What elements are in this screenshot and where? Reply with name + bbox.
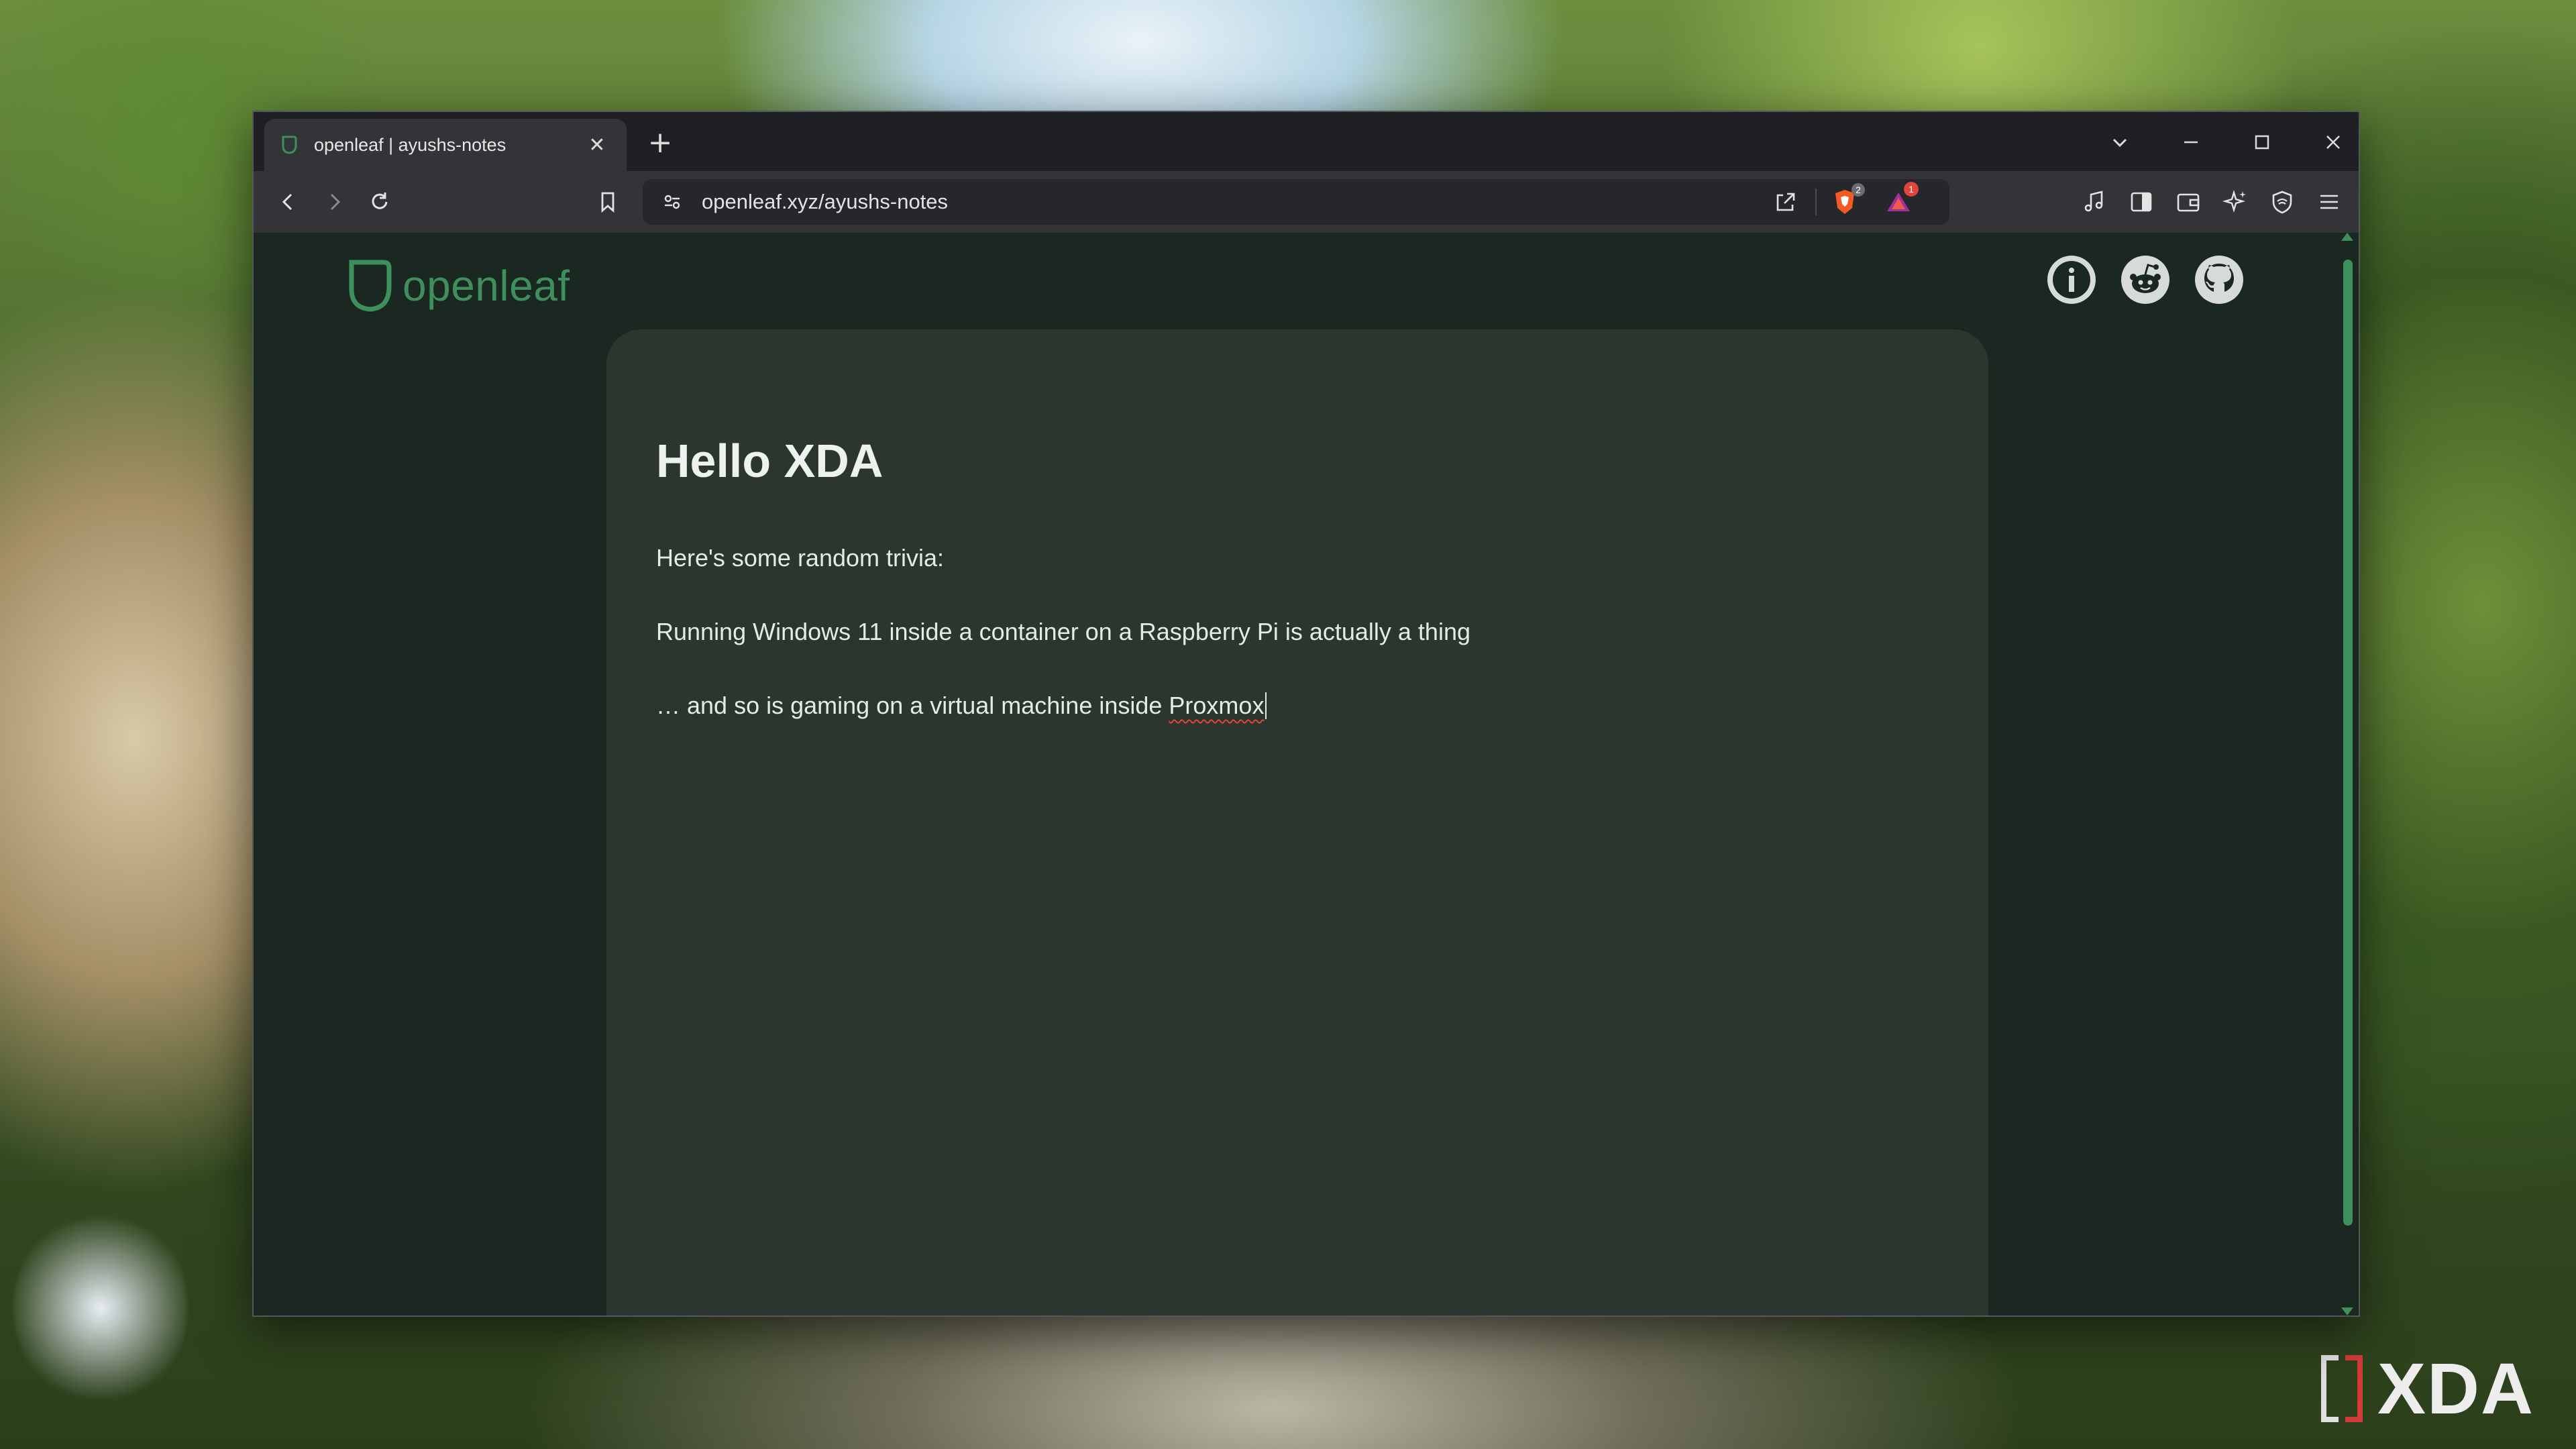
url-divider (1815, 189, 1817, 215)
shields-badge: 2 (1851, 183, 1865, 197)
xda-bracket-icon (2321, 1355, 2368, 1422)
forward-icon (330, 193, 341, 211)
menu-icon (2320, 195, 2338, 209)
window-close-button[interactable] (2312, 120, 2355, 163)
forward-button[interactable] (313, 180, 356, 223)
bookmark-button[interactable] (586, 180, 629, 223)
tab-strip: openleaf | ayushs-notes ✕ + (254, 112, 2359, 171)
vpn-icon (2272, 191, 2292, 214)
browser-toolbar: openleaf.xyz/ayushs-notes 2 1 (254, 171, 2359, 233)
wallet-icon (2177, 193, 2200, 212)
site-settings-icon[interactable] (653, 179, 691, 225)
info-icon[interactable] (2046, 254, 2097, 305)
page-content: openleaf Hello XDA Here's some random tr… (254, 233, 2359, 1316)
tab-search-chevron-icon[interactable] (2098, 120, 2141, 163)
tab-title: openleaf | ayushs-notes (314, 134, 506, 155)
url-text[interactable]: openleaf.xyz/ayushs-notes (702, 179, 948, 225)
wallpaper-flowers-left (13, 1208, 188, 1409)
scroll-up-arrow-icon[interactable] (2341, 233, 2353, 241)
menu-button[interactable] (2308, 180, 2351, 223)
back-icon (282, 193, 292, 211)
sidebar-button[interactable] (2120, 180, 2163, 223)
reload-button[interactable] (358, 180, 401, 223)
text-cursor (1265, 692, 1267, 719)
leo-ai-button[interactable] (2214, 180, 2257, 223)
address-bar[interactable]: openleaf.xyz/ayushs-notes 2 1 (643, 179, 1949, 225)
brave-shields-button[interactable]: 2 (1826, 179, 1865, 225)
media-music-icon (2084, 191, 2103, 212)
scrollbar-thumb[interactable] (2343, 260, 2353, 1226)
logo-text: openleaf (402, 262, 570, 310)
reload-icon (372, 193, 388, 209)
brave-rewards-button[interactable]: 1 (1880, 179, 1919, 225)
xda-watermark-text: XDA (2377, 1348, 2535, 1429)
sidebar-icon (2131, 192, 2152, 212)
new-tab-button[interactable]: + (641, 124, 679, 162)
openleaf-leaf-icon (282, 136, 297, 154)
note-line-1[interactable]: Here's some random trivia: (656, 544, 944, 572)
wallet-button[interactable] (2167, 180, 2210, 223)
page-scrollbar[interactable] (2337, 233, 2359, 1316)
openleaf-leaf-icon (349, 260, 392, 312)
back-button[interactable] (267, 180, 310, 223)
rewards-badge: 1 (1904, 182, 1919, 197)
leo-ai-icon (2222, 189, 2246, 213)
minimize-button[interactable] (2169, 120, 2212, 163)
media-music-button[interactable] (2073, 180, 2116, 223)
tab-close-icon[interactable]: ✕ (584, 133, 610, 157)
xda-watermark: XDA (2321, 1352, 2563, 1426)
browser-window: openleaf | ayushs-notes ✕ + openleaf.xyz… (252, 111, 2360, 1317)
openleaf-logo[interactable]: openleaf (346, 258, 570, 313)
note-editor[interactable]: Hello XDA Here's some random trivia: Run… (606, 329, 1988, 1316)
note-line-2[interactable]: Running Windows 11 inside a container on… (656, 618, 1470, 646)
maximize-button[interactable] (2241, 120, 2284, 163)
active-tab[interactable]: openleaf | ayushs-notes ✕ (264, 119, 627, 171)
github-icon[interactable] (2194, 254, 2245, 305)
note-title[interactable]: Hello XDA (656, 434, 883, 488)
bookmark-icon (601, 192, 614, 213)
reddit-icon[interactable] (2120, 254, 2171, 305)
misspelled-word[interactable]: Proxmox (1169, 692, 1264, 719)
share-icon[interactable] (1767, 179, 1805, 225)
scroll-down-arrow-icon[interactable] (2341, 1307, 2353, 1316)
note-line-3[interactable]: … and so is gaming on a virtual machine … (656, 692, 1267, 720)
note-line-3-text: … and so is gaming on a virtual machine … (656, 692, 1169, 719)
vpn-button[interactable] (2261, 180, 2304, 223)
